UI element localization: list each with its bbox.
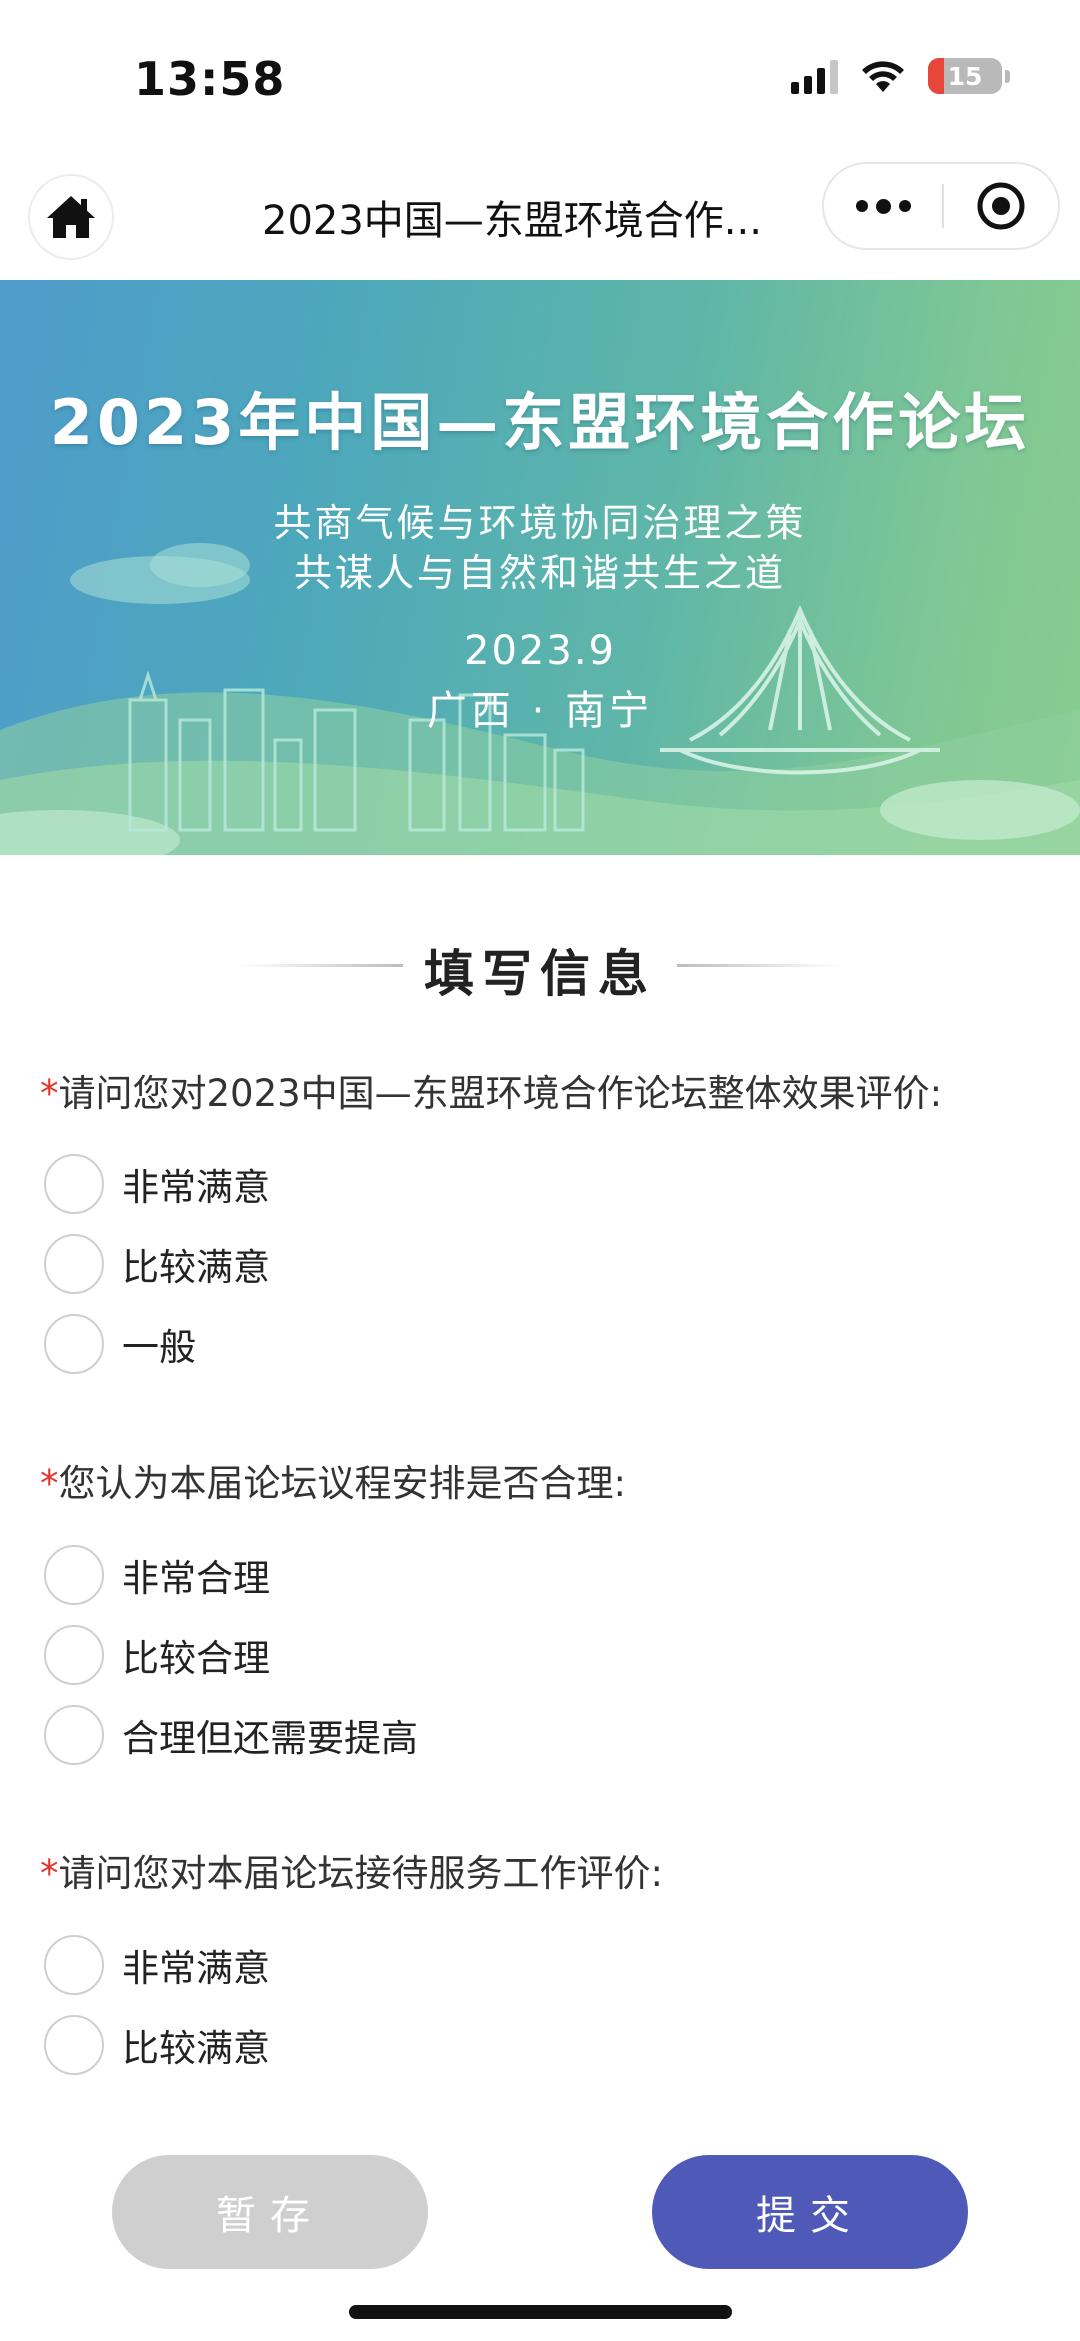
banner-date: 2023.9 [464,628,616,674]
home-button[interactable] [28,174,114,260]
status-bar: 13:58 15 [0,0,1080,160]
signal-icon [791,58,838,94]
option-label: 比较满意 [122,2027,270,2070]
close-mini-program-icon [977,182,1025,230]
status-time: 13:58 [134,52,286,106]
radio-button[interactable] [44,1545,104,1605]
option-radio[interactable]: 比较满意 [44,1233,270,1295]
option-label: 非常满意 [122,1166,270,1209]
heading-divider-right [677,964,842,967]
form-heading-text: 填写信息 [424,945,656,1003]
battery-level: 15 [947,61,983,91]
option-radio[interactable]: 比较合理 [44,1624,270,1686]
save-draft-button[interactable]: 暂存 [112,2155,428,2269]
radio-button[interactable] [44,1234,104,1294]
battery-charging-icon: 15 [928,58,1002,94]
banner-subtitle-line2: 共谋人与自然和谐共生之道 [293,551,786,595]
more-icon[interactable] [824,198,942,214]
option-radio[interactable]: 非常满意 [44,1934,270,1996]
wifi-icon [862,61,904,92]
banner-subtitle-line1: 共商气候与环境协同治理之策 [273,501,807,545]
submit-button[interactable]: 提交 [652,2155,968,2269]
option-radio[interactable]: 非常合理 [44,1544,270,1606]
radio-button[interactable] [44,1935,104,1995]
status-icons: 15 [791,58,1010,94]
question-label: *请问您对2023中国—东盟环境合作论坛整体效果评价: [40,1063,942,1117]
option-label: 一般 [122,1326,196,1369]
radio-button[interactable] [44,1154,104,1214]
home-indicator [349,2305,732,2319]
home-icon [47,196,95,238]
close-mini-program-button[interactable] [944,181,1058,231]
question-label: *请问您对本届论坛接待服务工作评价: [40,1843,663,1897]
question-label: *您认为本届论坛议程安排是否合理: [40,1453,626,1507]
required-mark: * [40,1462,59,1505]
mini-program-capsule [822,162,1060,250]
required-mark: * [40,1072,59,1115]
radio-button[interactable] [44,1625,104,1685]
banner-place: 广西 · 南宁 [426,688,654,734]
forum-banner: 2023年中国—东盟环境合作论坛 共商气候与环境协同治理之策 共谋人与自然和谐共… [0,280,1080,855]
radio-button[interactable] [44,2015,104,2075]
form-heading: 填写信息 [0,930,1080,1003]
option-radio[interactable]: 合理但还需要提高 [44,1704,418,1766]
banner-title: 2023年中国—东盟环境合作论坛 [49,386,1031,459]
option-radio[interactable]: 一般 [44,1313,196,1375]
nav-title: 2023中国—东盟环境合作... [262,198,762,244]
option-radio[interactable]: 非常满意 [44,1153,270,1215]
radio-button[interactable] [44,1314,104,1374]
question-text: 请问您对2023中国—东盟环境合作论坛整体效果评价: [58,1072,943,1115]
question-text: 请问您对本届论坛接待服务工作评价: [58,1852,663,1895]
option-label: 非常满意 [122,1947,270,1990]
option-label: 比较满意 [122,1246,270,1289]
question-text: 您认为本届论坛议程安排是否合理: [58,1462,626,1505]
mini-program-nav-bar: 2023中国—东盟环境合作... [0,160,1080,280]
required-mark: * [40,1852,59,1895]
option-radio[interactable]: 比较满意 [44,2014,270,2076]
radio-button[interactable] [44,1705,104,1765]
option-label: 合理但还需要提高 [122,1717,418,1760]
option-label: 非常合理 [122,1557,270,1600]
option-label: 比较合理 [122,1637,270,1680]
